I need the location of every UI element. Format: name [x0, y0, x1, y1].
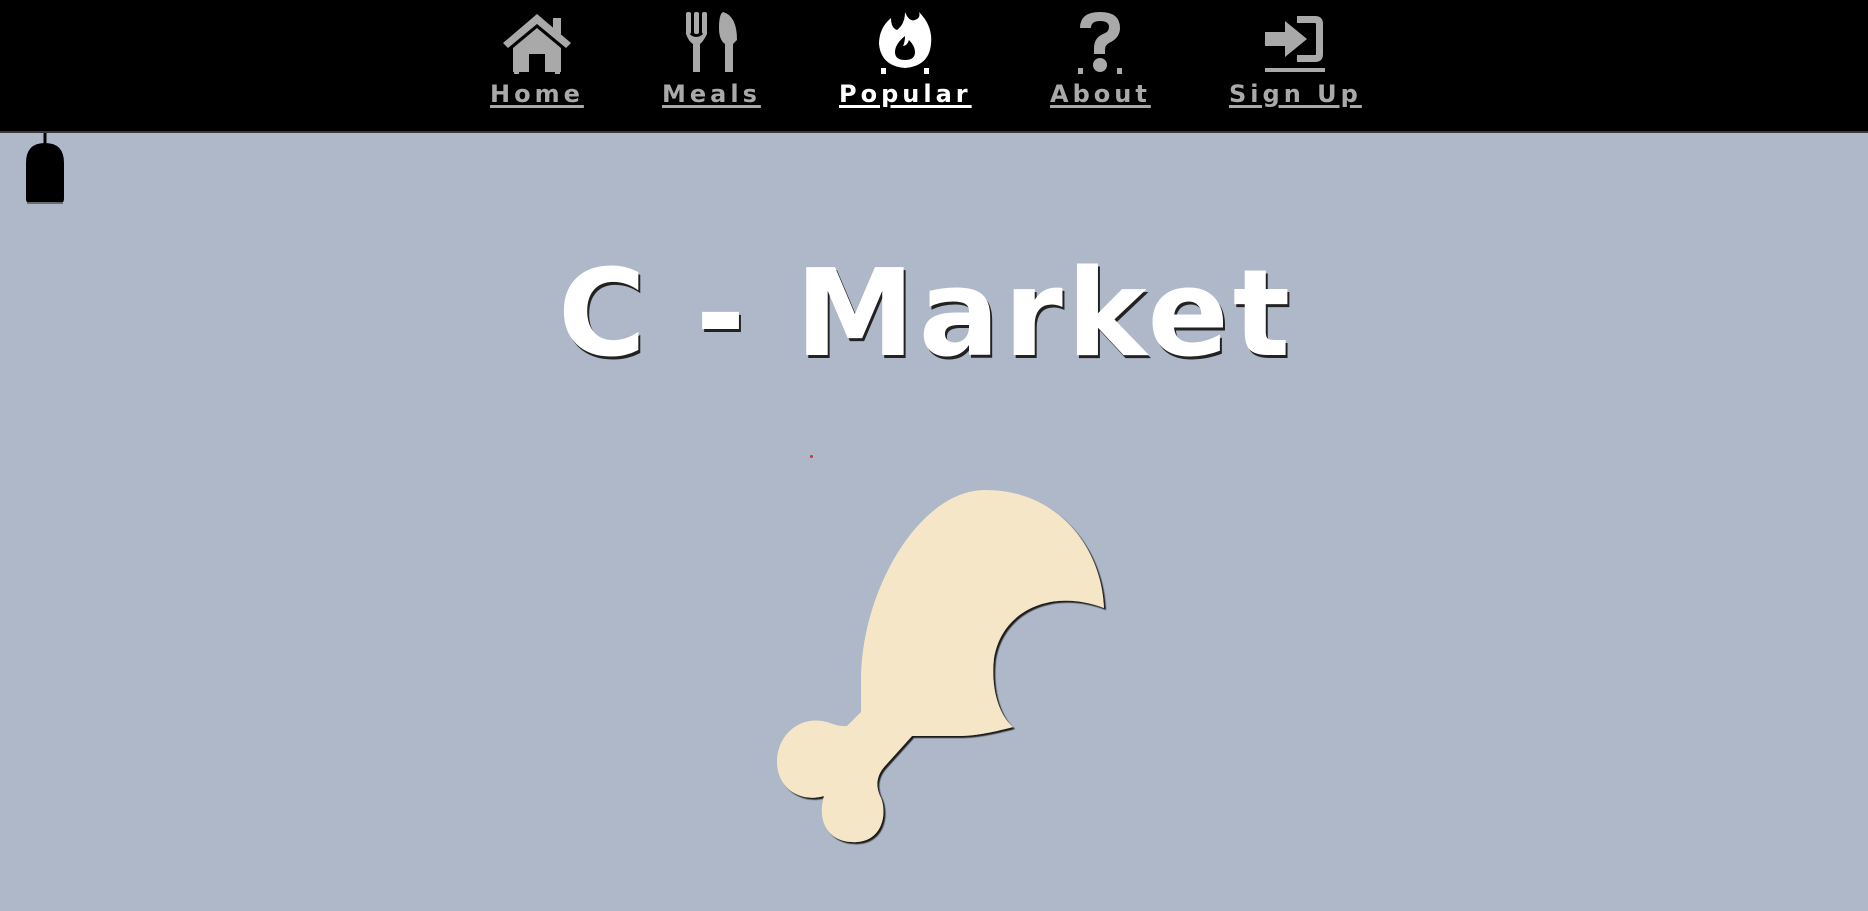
nav-signup-link[interactable]: Sign Up — [1229, 10, 1362, 108]
top-navbar: Home Meals Popular About Sign Up — [0, 0, 1868, 133]
nav-popular-link[interactable]: Popular — [839, 10, 972, 108]
red-dot — [810, 455, 813, 458]
nav-popular-label: Popular — [839, 80, 972, 108]
home-icon — [501, 10, 573, 74]
nav-home-link[interactable]: Home — [490, 10, 584, 108]
fire-icon — [875, 10, 935, 74]
nav-signup-label: Sign Up — [1229, 80, 1362, 108]
nav-meals-link[interactable]: Meals — [662, 10, 761, 108]
utensils-icon — [683, 10, 739, 74]
page-title: C - Market — [557, 245, 1295, 384]
sign-in-icon — [1263, 10, 1327, 74]
nav-about-link[interactable]: About — [1050, 10, 1151, 108]
nav-meals-label: Meals — [662, 80, 761, 108]
nav-about-label: About — [1050, 80, 1151, 108]
mouse-icon — [24, 133, 68, 209]
nav-home-label: Home — [490, 80, 584, 108]
question-icon — [1075, 10, 1125, 74]
drumstick-icon — [740, 480, 1120, 874]
